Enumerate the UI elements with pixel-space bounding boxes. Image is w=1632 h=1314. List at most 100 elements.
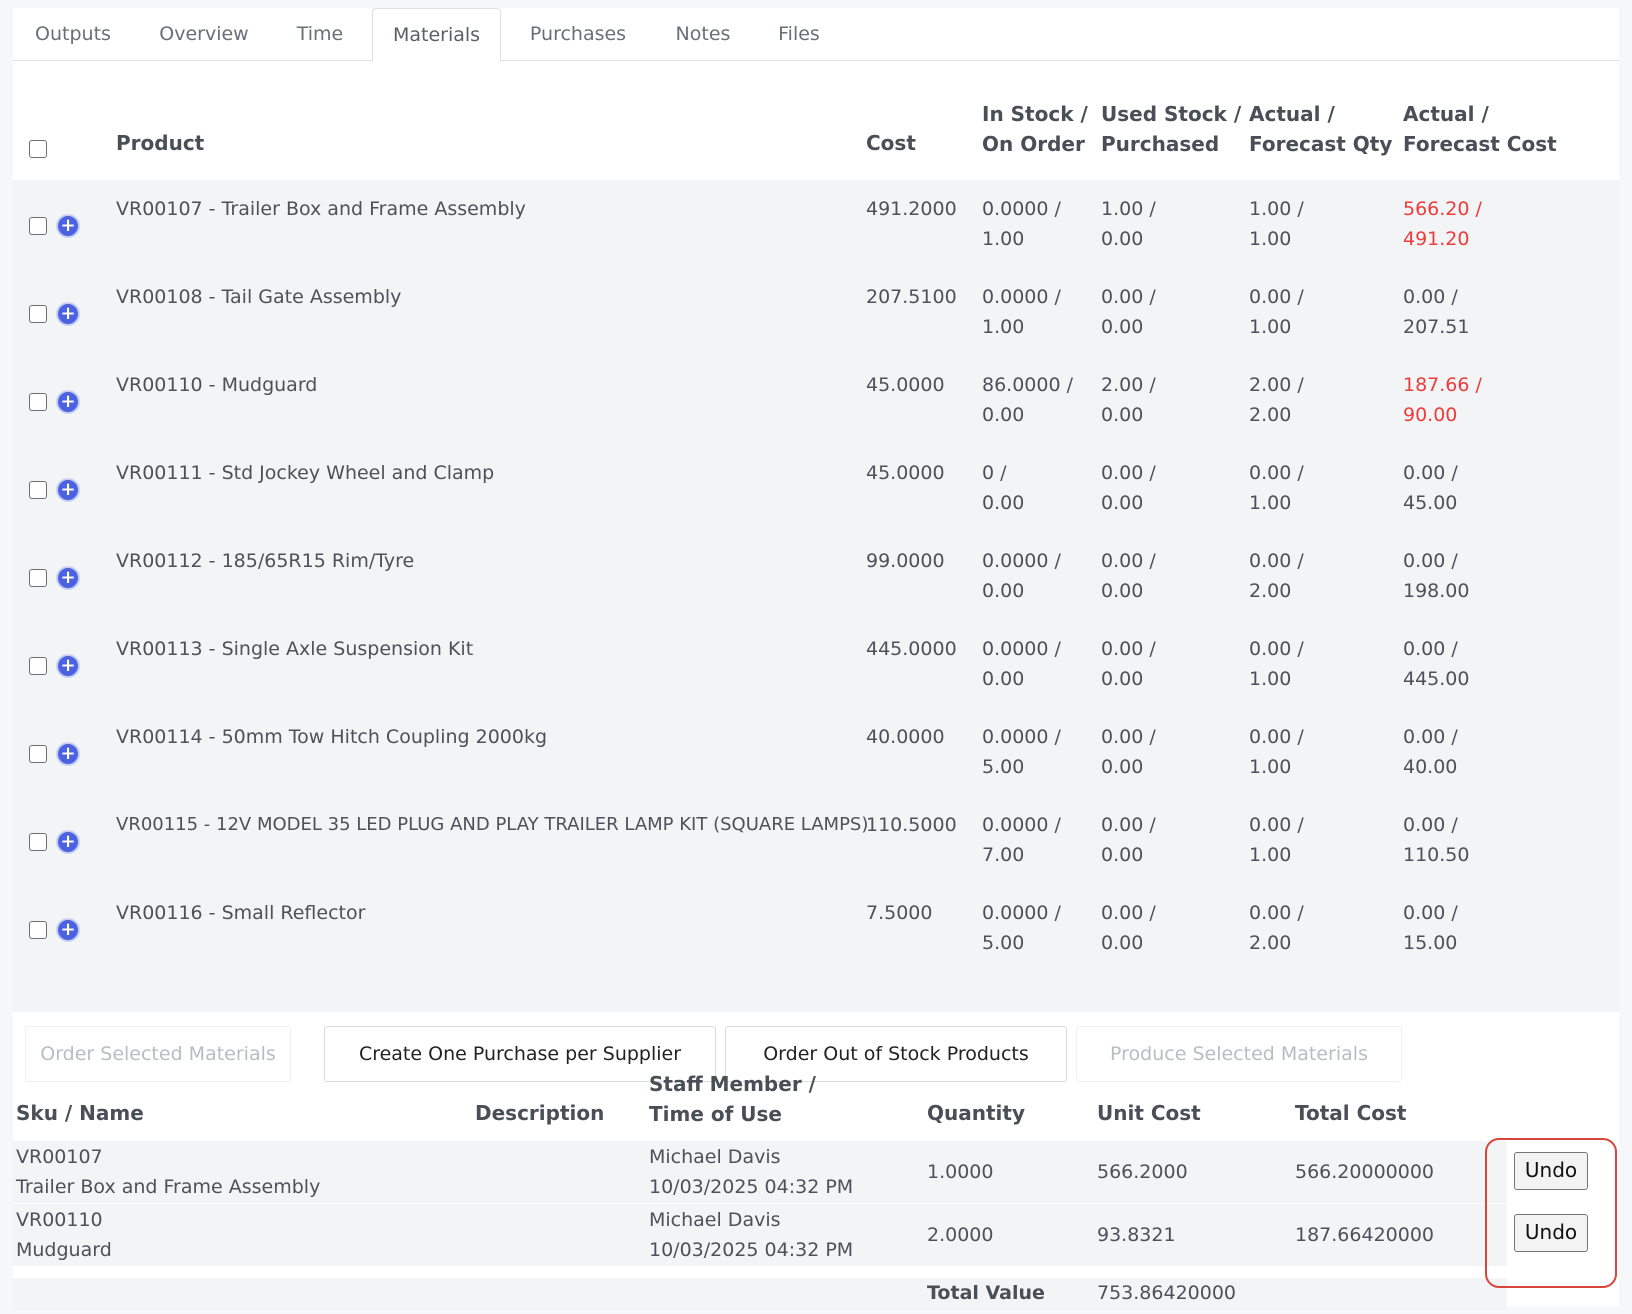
qty-value: 0.00 /1.00 <box>1249 726 1304 778</box>
tab-notes[interactable]: Notes <box>663 8 743 60</box>
add-icon[interactable]: + <box>56 214 80 238</box>
total-value-label: Total Value <box>927 1282 1045 1304</box>
row-checkbox[interactable] <box>29 833 47 851</box>
add-icon[interactable]: + <box>56 830 80 854</box>
used-value: 0.00 /0.00 <box>1101 462 1156 514</box>
product-name: VR00107 - Trailer Box and Frame Assembly <box>116 198 526 220</box>
header-product: Product <box>116 131 205 155</box>
row-checkbox[interactable] <box>29 393 47 411</box>
cost-value-pair: 0.00 /445.00 <box>1403 638 1470 690</box>
table-row: + VR00110 - Mudguard 45.0000 86.0000 /0.… <box>13 356 1619 448</box>
product-name: VR00113 - Single Axle Suspension Kit <box>116 638 474 660</box>
add-icon[interactable]: + <box>56 390 80 414</box>
stock-value: 0.0000 /5.00 <box>982 726 1061 778</box>
row-checkbox[interactable] <box>29 481 47 499</box>
cost-value: 45.0000 <box>866 462 945 484</box>
table-row: + VR00108 - Tail Gate Assembly 207.5100 … <box>13 268 1619 360</box>
used-value: 0.00 /0.00 <box>1101 286 1156 338</box>
add-icon[interactable]: + <box>56 302 80 326</box>
staff-time: Michael Davis 10/03/2025 04:32 PM <box>649 1146 854 1198</box>
unit-cost-value: 566.2000 <box>1097 1161 1188 1183</box>
qty-value: 0.00 /1.00 <box>1249 286 1304 338</box>
table-row: VR00110 Mudguard Michael Davis 10/03/2025 … <box>13 1204 1507 1266</box>
row-checkbox[interactable] <box>29 569 47 587</box>
quantity-value: 2.0000 <box>927 1224 994 1246</box>
stock-value: 86.0000 /0.00 <box>982 374 1074 426</box>
row-checkbox[interactable] <box>29 745 47 763</box>
tab-files[interactable]: Files <box>769 8 829 60</box>
table-row: + VR00115 - 12V MODEL 35 LED PLUG AND PL… <box>13 796 1619 888</box>
table-row: + VR00112 - 185/65R15 Rim/Tyre 99.0000 0… <box>13 532 1619 624</box>
staff-time: Michael Davis 10/03/2025 04:32 PM <box>649 1209 854 1261</box>
product-name: VR00112 - 185/65R15 Rim/Tyre <box>116 550 415 572</box>
tab-materials[interactable]: Materials <box>372 8 501 62</box>
product-name: VR00116 - Small Reflector <box>116 902 366 924</box>
table-row: + VR00111 - Std Jockey Wheel and Clamp 4… <box>13 444 1619 536</box>
table-row: VR00107 Trailer Box and Frame Assembly Mi… <box>13 1141 1507 1203</box>
quantity-value: 1.0000 <box>927 1161 994 1183</box>
select-all-checkbox[interactable] <box>29 140 47 158</box>
sku-name: VR00110 Mudguard <box>16 1209 112 1261</box>
tab-overview[interactable]: Overview <box>147 8 261 60</box>
cost-over-value: 566.20 /491.20 <box>1403 198 1482 250</box>
cost-value: 40.0000 <box>866 726 945 748</box>
total-cost-value: 566.20000000 <box>1295 1161 1435 1183</box>
tab-purchases[interactable]: Purchases <box>518 8 638 60</box>
row-checkbox[interactable] <box>29 305 47 323</box>
cost-value-pair: 0.00 /110.50 <box>1403 814 1470 866</box>
header-actual-cost: Actual / Forecast Cost <box>1403 102 1557 156</box>
tab-time[interactable]: Time <box>283 8 357 60</box>
row-checkbox[interactable] <box>29 921 47 939</box>
tab-outputs[interactable]: Outputs <box>15 8 131 60</box>
total-cost-value: 187.66420000 <box>1295 1224 1435 1246</box>
qty-value: 0.00 /2.00 <box>1249 902 1304 954</box>
unit-cost-value: 93.8321 <box>1097 1224 1176 1246</box>
used-value: 2.00 /0.00 <box>1101 374 1156 426</box>
cost-value-pair: 0.00 /45.00 <box>1403 462 1458 514</box>
row-checkbox[interactable] <box>29 217 47 235</box>
product-name: VR00110 - Mudguard <box>116 374 318 396</box>
header-unit-cost: Unit Cost <box>1097 1101 1201 1125</box>
header-in-stock: In Stock / On Order <box>982 102 1088 156</box>
qty-value: 1.00 /1.00 <box>1249 198 1304 250</box>
cost-value: 45.0000 <box>866 374 945 396</box>
add-icon[interactable]: + <box>56 742 80 766</box>
table-row: + VR00113 - Single Axle Suspension Kit 4… <box>13 620 1619 712</box>
header-cost: Cost <box>866 131 916 155</box>
add-icon[interactable]: + <box>56 478 80 502</box>
add-icon[interactable]: + <box>56 918 80 942</box>
stock-value: 0.0000 /7.00 <box>982 814 1061 866</box>
cost-value: 110.5000 <box>866 814 957 836</box>
stock-value: 0 /0.00 <box>982 462 1025 514</box>
cost-value: 491.2000 <box>866 198 957 220</box>
stock-value: 0.0000 /1.00 <box>982 198 1061 250</box>
undo-highlight-box <box>1485 1138 1617 1288</box>
qty-value: 2.00 /2.00 <box>1249 374 1304 426</box>
cost-value: 7.5000 <box>866 902 933 924</box>
header-used-stock: Used Stock / Purchased <box>1101 102 1242 156</box>
cost-value-pair: 0.00 /198.00 <box>1403 550 1470 602</box>
stock-value: 0.0000 /0.00 <box>982 638 1061 690</box>
cost-value: 207.5100 <box>866 286 957 308</box>
cost-value-pair: 0.00 /40.00 <box>1403 726 1458 778</box>
sku-name: VR00107 Trailer Box and Frame Assembly <box>16 1146 321 1198</box>
cost-value: 99.0000 <box>866 550 945 572</box>
stock-value: 0.0000 /5.00 <box>982 902 1061 954</box>
produce-selected-button[interactable]: Produce Selected Materials <box>1076 1026 1402 1082</box>
row-checkbox[interactable] <box>29 657 47 675</box>
product-name: VR00115 - 12V MODEL 35 LED PLUG AND PLAY… <box>116 814 869 835</box>
cost-value: 445.0000 <box>866 638 957 660</box>
add-icon[interactable]: + <box>56 566 80 590</box>
order-selected-button[interactable]: Order Selected Materials <box>25 1026 291 1082</box>
product-name: VR00108 - Tail Gate Assembly <box>116 286 402 308</box>
product-name: VR00114 - 50mm Tow Hitch Coupling 2000kg <box>116 726 548 748</box>
used-value: 0.00 /0.00 <box>1101 814 1156 866</box>
add-icon[interactable]: + <box>56 654 80 678</box>
cost-over-value: 187.66 /90.00 <box>1403 374 1482 426</box>
qty-value: 0.00 /1.00 <box>1249 814 1304 866</box>
header-staff-time: Staff Member / Time of Use <box>649 1072 816 1126</box>
total-value: 753.86420000 <box>1097 1282 1237 1304</box>
materials-table-body: + VR00107 - Trailer Box and Frame Assemb… <box>13 180 1619 1012</box>
header-description: Description <box>475 1101 605 1125</box>
used-value: 0.00 /0.00 <box>1101 902 1156 954</box>
